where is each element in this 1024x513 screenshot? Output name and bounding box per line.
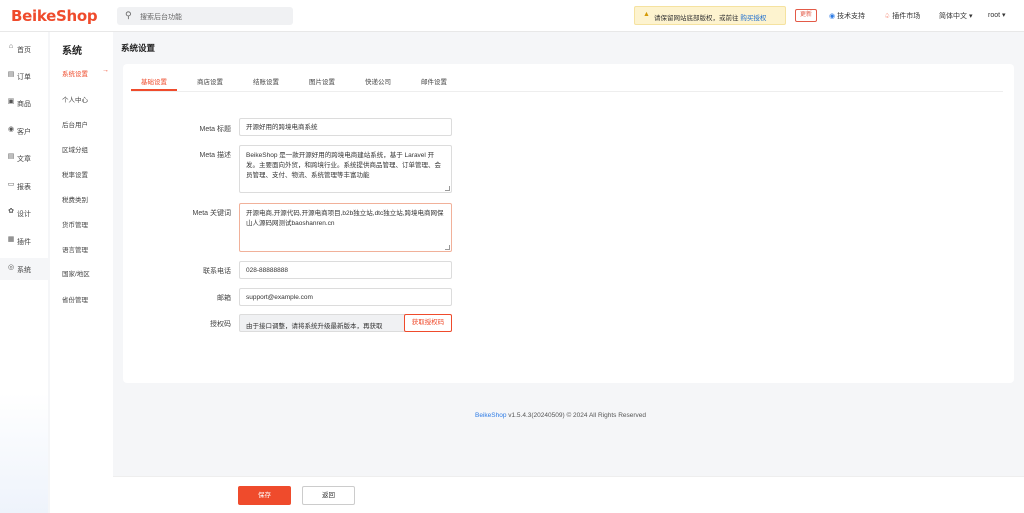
submenu-item-admin-users[interactable]: 后台用户 bbox=[62, 119, 88, 129]
plugin-icon: ▦ bbox=[7, 236, 15, 243]
order-icon: ▤ bbox=[7, 71, 15, 78]
submenu-item-system-settings[interactable]: 系统设置 bbox=[62, 68, 88, 78]
phone-label: 联系电话 bbox=[203, 268, 231, 275]
active-tab-indicator bbox=[131, 89, 177, 91]
sidebar-item-customers[interactable]: ◉ 客户 bbox=[0, 120, 48, 142]
license-label: 授权码 bbox=[210, 321, 231, 328]
submenu-item-currencies[interactable]: 货币管理 bbox=[62, 219, 88, 229]
license-warning: ▲ 请保留网站底部版权，或前往 购买授权 bbox=[634, 6, 786, 25]
buy-license-link[interactable]: 购买授权 bbox=[740, 15, 766, 22]
article-icon: ▤ bbox=[7, 153, 15, 160]
support-link[interactable]: ◉ 技术支持 bbox=[829, 11, 865, 21]
sidebar-item-home[interactable]: ⌂ 首页 bbox=[0, 38, 48, 60]
update-badge[interactable]: 更新 bbox=[795, 9, 817, 22]
get-license-button[interactable]: 获取授权码 bbox=[404, 314, 452, 332]
product-icon: ▣ bbox=[7, 98, 15, 105]
submenu-item-provinces[interactable]: 省份管理 bbox=[62, 294, 88, 304]
submenu-item-countries[interactable]: 国家/地区 bbox=[62, 268, 90, 278]
sidebar-item-articles[interactable]: ▤ 文章 bbox=[0, 147, 48, 169]
settings-tabs: 基础设置 商店设置 结账设置 图片设置 快递公司 邮件设置 bbox=[131, 64, 1003, 92]
footer-brand-link[interactable]: BeikeShop bbox=[475, 412, 506, 419]
sidebar-item-system[interactable]: ◎ 系统 bbox=[0, 258, 48, 280]
resize-handle-icon[interactable] bbox=[445, 245, 450, 250]
tab-images[interactable]: 图片设置 bbox=[309, 76, 335, 86]
system-icon: ◎ bbox=[7, 264, 15, 271]
plugin-market-icon: ♤ bbox=[884, 13, 891, 20]
customer-icon: ◉ bbox=[7, 126, 15, 133]
support-icon: ◉ bbox=[829, 13, 836, 20]
submenu-item-languages[interactable]: 语言管理 bbox=[62, 244, 88, 254]
sidebar-item-orders[interactable]: ▤ 订单 bbox=[0, 65, 48, 87]
user-menu[interactable]: root ▾ bbox=[988, 11, 1006, 19]
home-icon: ⌂ bbox=[8, 43, 14, 50]
tab-mail[interactable]: 邮件设置 bbox=[421, 76, 447, 86]
sidebar-item-reports[interactable]: ▭ 报表 bbox=[0, 175, 48, 197]
language-select[interactable]: 简体中文 ▾ bbox=[939, 11, 972, 21]
tab-checkout[interactable]: 结账设置 bbox=[253, 76, 279, 86]
submenu-item-profile[interactable]: 个人中心 bbox=[62, 94, 88, 104]
page-title: 系统设置 bbox=[121, 43, 156, 53]
phone-input[interactable]: 028-88888888 bbox=[239, 261, 452, 279]
tab-basic[interactable]: 基础设置 bbox=[141, 76, 167, 86]
submenu-item-zone-groups[interactable]: 区域分组 bbox=[62, 144, 88, 154]
main-sidebar: ⌂ 首页 ▤ 订单 ▣ 商品 ◉ 客户 ▤ 文章 ▭ 报表 ✿ 设计 ▦ 插件 ◎ 系统 bbox=[0, 32, 48, 513]
meta-title-input[interactable]: 开源好用的跨境电商系统 bbox=[239, 118, 452, 136]
resize-handle-icon[interactable] bbox=[445, 186, 450, 191]
warning-icon: ▲ bbox=[643, 11, 650, 18]
warning-text: 请保留网站底部版权，或前往 购买授权 bbox=[654, 15, 767, 22]
search-box[interactable]: ⚲ 搜索后台功能 bbox=[117, 7, 293, 25]
design-icon: ✿ bbox=[8, 208, 14, 215]
report-icon: ▭ bbox=[7, 181, 15, 188]
email-input[interactable]: support@example.com bbox=[239, 288, 452, 306]
copyright-footer: BeikeShop v1.5.4.3(20240509) © 2024 All … bbox=[475, 412, 647, 419]
back-button[interactable]: 返回 bbox=[302, 486, 355, 505]
bottom-action-bar: 保存 返回 bbox=[113, 476, 1024, 513]
brand-logo[interactable]: BeikeShop bbox=[11, 7, 98, 25]
search-icon: ⚲ bbox=[125, 10, 132, 20]
active-arrow-icon: → bbox=[102, 67, 109, 74]
save-button[interactable]: 保存 bbox=[238, 486, 291, 505]
email-label: 邮箱 bbox=[217, 295, 231, 302]
meta-description-label: Meta 描述 bbox=[199, 152, 231, 159]
meta-keywords-label: Meta 关键词 bbox=[192, 210, 231, 217]
submenu-title: 系统 bbox=[62, 46, 82, 57]
search-input[interactable]: 搜索后台功能 bbox=[140, 12, 182, 22]
plugin-market-link[interactable]: ♤ 插件市场 bbox=[884, 11, 920, 21]
submenu-item-tax-classes[interactable]: 税费类别 bbox=[62, 194, 88, 204]
meta-description-textarea[interactable]: BeikeShop 是一款开源好用的跨境电商建站系统，基于 Laravel 开发… bbox=[239, 145, 452, 193]
tab-express[interactable]: 快递公司 bbox=[365, 76, 391, 86]
sidebar-decoration bbox=[0, 393, 48, 513]
meta-title-label: Meta 标题 bbox=[199, 126, 231, 133]
sidebar-item-design[interactable]: ✿ 设计 bbox=[0, 202, 48, 224]
top-bar: BeikeShop ⚲ 搜索后台功能 ▲ 请保留网站底部版权，或前往 购买授权 … bbox=[0, 0, 1024, 32]
sidebar-item-products[interactable]: ▣ 商品 bbox=[0, 92, 48, 114]
meta-keywords-textarea[interactable]: 开源电商,开源代码,开源电商项目,b2b独立站,dtc独立站,跨境电商网保山人源… bbox=[239, 203, 452, 252]
tab-store[interactable]: 商店设置 bbox=[197, 76, 223, 86]
sidebar-item-plugins[interactable]: ▦ 插件 bbox=[0, 230, 48, 252]
submenu-item-tax-rates[interactable]: 税率设置 bbox=[62, 169, 88, 179]
